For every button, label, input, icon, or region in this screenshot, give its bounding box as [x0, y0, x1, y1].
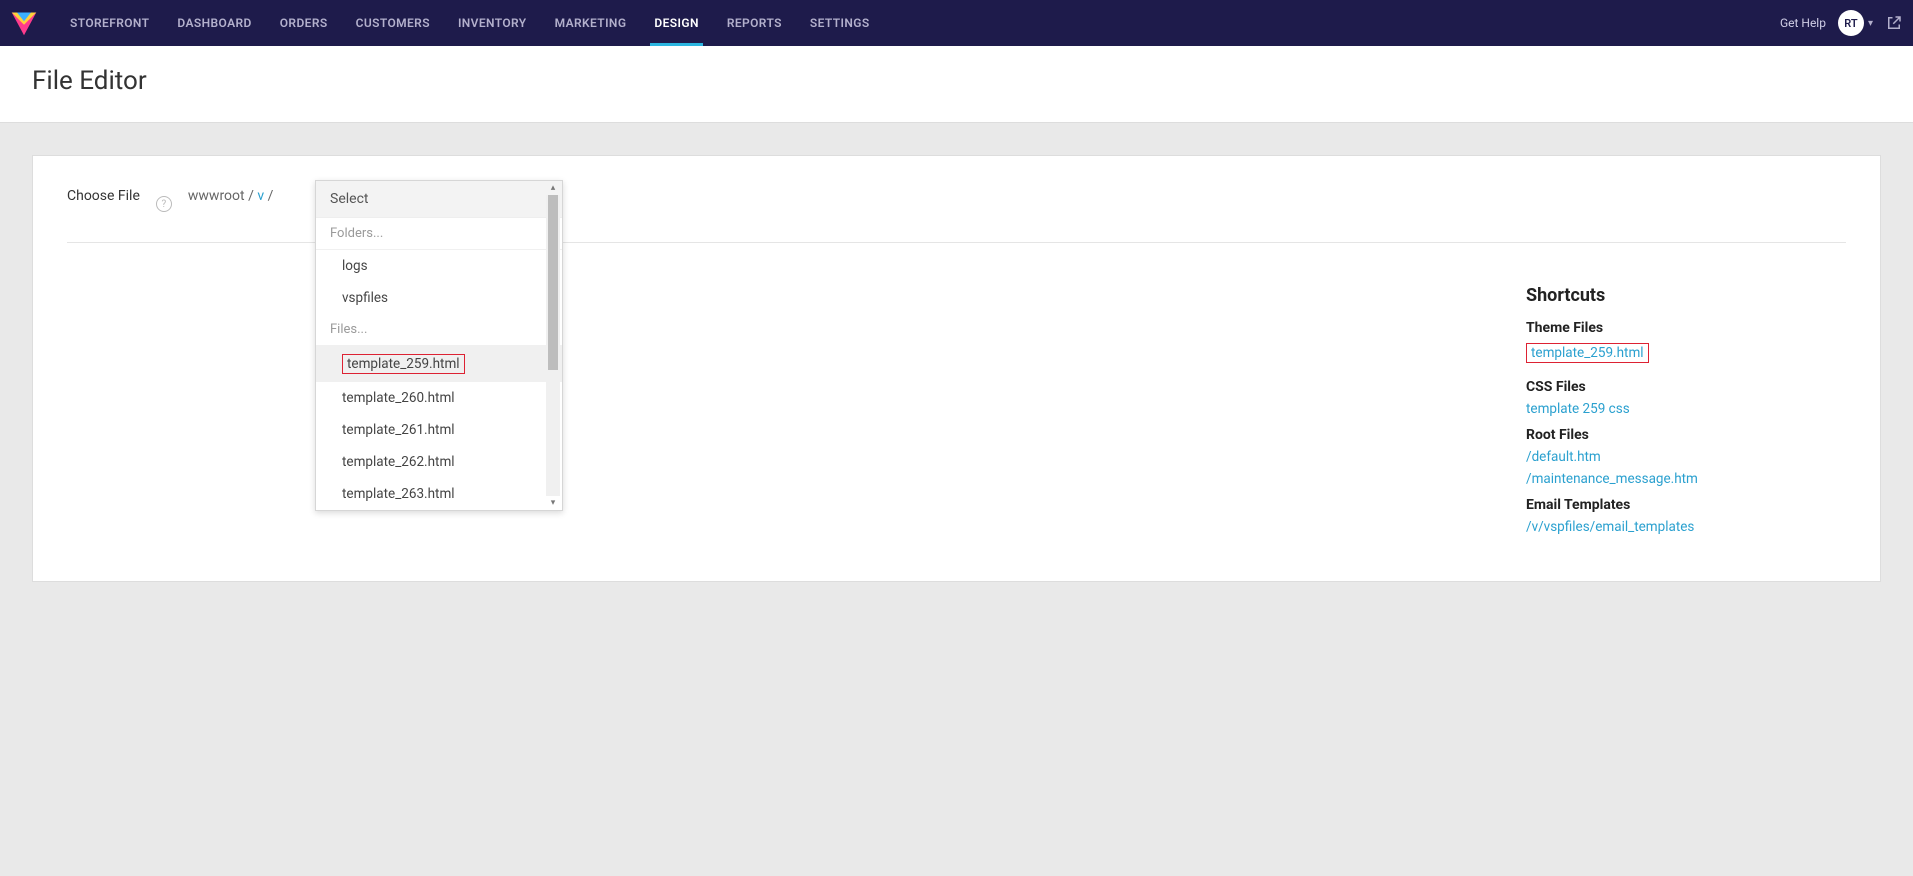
- scroll-down-icon[interactable]: ▾: [551, 498, 556, 508]
- brand-logo[interactable]: [10, 9, 38, 37]
- nav-orders[interactable]: ORDERS: [266, 0, 342, 46]
- dropdown-scrollbar[interactable]: ▴ ▾: [546, 183, 560, 508]
- shortcut-link[interactable]: /default.htm: [1526, 449, 1846, 465]
- nav-reports[interactable]: REPORTS: [713, 0, 796, 46]
- topbar: STOREFRONTDASHBOARDORDERSCUSTOMERSINVENT…: [0, 0, 1913, 46]
- shortcut-link[interactable]: /v/vspfiles/email_templates: [1526, 519, 1846, 535]
- shortcut-link[interactable]: /maintenance_message.htm: [1526, 471, 1846, 487]
- file-item[interactable]: template_259.html: [316, 346, 562, 382]
- breadcrumb-root: wwwroot: [188, 188, 245, 204]
- shortcut-link[interactable]: template_259.html: [1526, 343, 1649, 363]
- file-dropdown: Select Folders... logsvspfiles Files... …: [315, 180, 563, 511]
- nav-design[interactable]: DESIGN: [640, 0, 712, 46]
- shortcut-group-label: CSS Files: [1526, 379, 1846, 395]
- main-nav: STOREFRONTDASHBOARDORDERSCUSTOMERSINVENT…: [56, 0, 884, 46]
- open-external-icon[interactable]: [1885, 14, 1903, 32]
- shortcut-link[interactable]: template 259 css: [1526, 401, 1846, 417]
- dropdown-folders-group: Folders...: [316, 218, 562, 250]
- nav-marketing[interactable]: MARKETING: [541, 0, 641, 46]
- file-item[interactable]: template_261.html: [316, 414, 562, 446]
- nav-customers[interactable]: CUSTOMERS: [342, 0, 444, 46]
- shortcut-group-label: Root Files: [1526, 427, 1846, 443]
- nav-storefront[interactable]: STOREFRONT: [56, 0, 163, 46]
- dropdown-select[interactable]: Select: [316, 181, 562, 218]
- page-title: File Editor: [32, 66, 1881, 96]
- scroll-up-icon[interactable]: ▴: [551, 183, 556, 193]
- shortcut-group-label: Theme Files: [1526, 320, 1846, 336]
- folder-item[interactable]: vspfiles: [316, 282, 562, 314]
- folder-item[interactable]: logs: [316, 250, 562, 282]
- user-avatar: RT: [1838, 10, 1864, 36]
- choose-file-label: Choose File: [67, 188, 140, 204]
- scroll-thumb[interactable]: [548, 195, 558, 370]
- editor-main: [67, 243, 1526, 541]
- nav-dashboard[interactable]: DASHBOARD: [163, 0, 265, 46]
- help-icon[interactable]: ?: [156, 196, 172, 212]
- file-item[interactable]: template_260.html: [316, 382, 562, 414]
- breadcrumb: wwwroot / v /: [188, 188, 273, 204]
- file-item[interactable]: template_263.html: [316, 478, 562, 510]
- nav-settings[interactable]: SETTINGS: [796, 0, 884, 46]
- shortcut-group-label: Email Templates: [1526, 497, 1846, 513]
- chevron-down-icon: ▾: [1868, 18, 1873, 29]
- page-header: File Editor: [0, 46, 1913, 123]
- user-menu[interactable]: RT ▾: [1838, 10, 1873, 36]
- shortcuts-panel: Shortcuts Theme Files template_259.html CS…: [1526, 243, 1846, 541]
- file-editor-card: Choose File ? wwwroot / v / Select Folde…: [32, 155, 1881, 582]
- get-help-link[interactable]: Get Help: [1780, 16, 1826, 30]
- nav-inventory[interactable]: INVENTORY: [444, 0, 541, 46]
- shortcuts-title: Shortcuts: [1526, 285, 1846, 306]
- dropdown-files-group: Files...: [316, 314, 562, 346]
- file-chooser-row: Choose File ? wwwroot / v / Select Folde…: [67, 186, 1846, 243]
- scroll-track[interactable]: [546, 195, 560, 496]
- file-item[interactable]: template_262.html: [316, 446, 562, 478]
- topbar-right: Get Help RT ▾: [1780, 10, 1903, 36]
